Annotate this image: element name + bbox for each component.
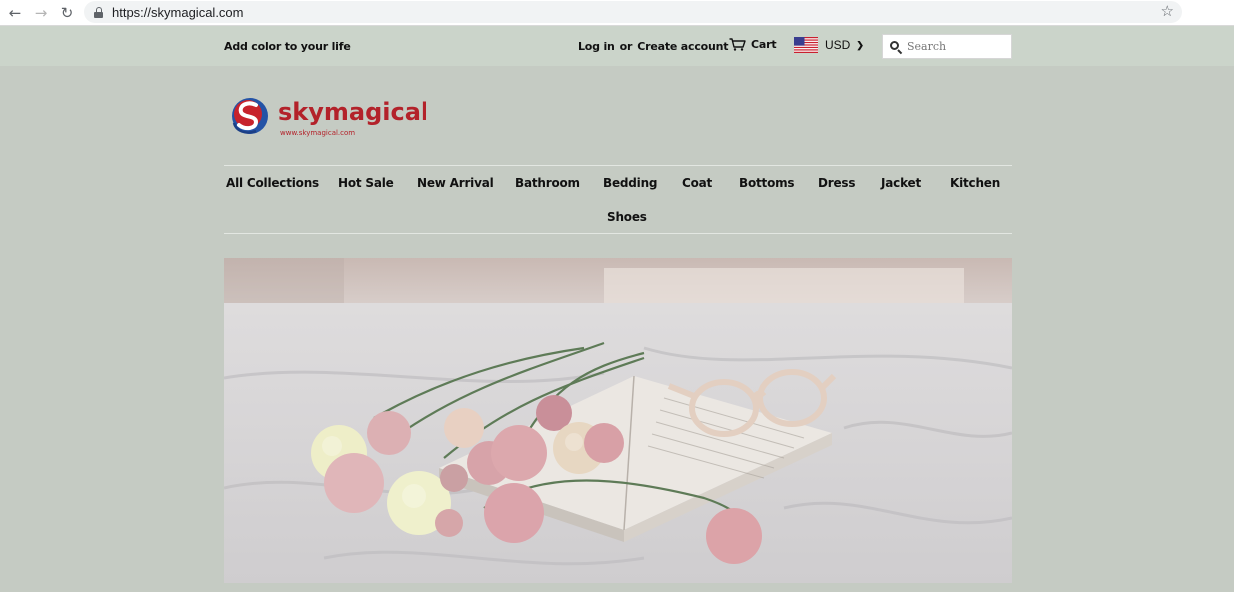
nav-item-bottoms[interactable]: Bottoms [739, 176, 795, 190]
back-button[interactable]: ← [2, 2, 28, 24]
search-input[interactable] [907, 40, 1003, 53]
bed-flowers-book-glasses-icon [224, 258, 1012, 583]
bookmark-star-icon[interactable]: ☆ [1161, 2, 1174, 20]
skymagical-logo-icon: skymagical www.skymagical.com [232, 98, 429, 137]
nav-item-hot-sale[interactable]: Hot Sale [338, 176, 394, 190]
currency-label: USD [825, 38, 851, 52]
nav-item-all-collections[interactable]: All Collections [226, 176, 319, 190]
search-icon[interactable] [890, 40, 903, 54]
nav-item-dress[interactable]: Dress [818, 176, 856, 190]
nav-item-bathroom[interactable]: Bathroom [515, 176, 580, 190]
address-bar[interactable]: https://skymagical.com ☆ [84, 1, 1182, 23]
account-links: Log in or Create account [578, 40, 729, 53]
chevron-down-icon: ❯ [856, 39, 864, 50]
nav-item-shoes[interactable]: Shoes [607, 210, 647, 224]
reload-icon: ↻ [60, 3, 74, 22]
main-navigation: All Collections Hot Sale New Arrival Bat… [224, 165, 1012, 234]
cart-icon [729, 38, 746, 51]
lock-icon [94, 6, 103, 18]
logo-url-text: www.skymagical.com [280, 129, 355, 137]
nav-item-new-arrival[interactable]: New Arrival [417, 176, 494, 190]
cart-label: Cart [751, 38, 777, 51]
currency-selector[interactable]: USD ❯ [794, 37, 864, 53]
login-link[interactable]: Log in [578, 40, 615, 53]
browser-toolbar: ← → ↻ https://skymagical.com ☆ [0, 0, 1234, 26]
forward-button[interactable]: → [28, 2, 54, 24]
nav-item-bedding[interactable]: Bedding [603, 176, 658, 190]
search-box[interactable] [882, 34, 1012, 59]
nav-item-kitchen[interactable]: Kitchen [950, 176, 1000, 190]
nav-item-coat[interactable]: Coat [682, 176, 712, 190]
arrow-left-icon: ← [8, 3, 22, 22]
announcement-bar: Add color to your life Log in or Create ac… [0, 26, 1234, 66]
reload-button[interactable]: ↻ [54, 2, 80, 24]
nav-item-jacket[interactable]: Jacket [881, 176, 921, 190]
hero-image [224, 258, 1012, 583]
us-flag-icon [794, 37, 818, 53]
cart-link[interactable]: Cart [729, 38, 777, 51]
url-text: https://skymagical.com [112, 4, 244, 20]
or-text: or [619, 40, 633, 53]
create-account-link[interactable]: Create account [637, 40, 728, 53]
site-logo[interactable]: skymagical www.skymagical.com [226, 93, 429, 141]
logo-wordmark: skymagical [278, 98, 426, 126]
arrow-right-icon: → [34, 3, 48, 22]
tagline: Add color to your life [224, 40, 351, 53]
